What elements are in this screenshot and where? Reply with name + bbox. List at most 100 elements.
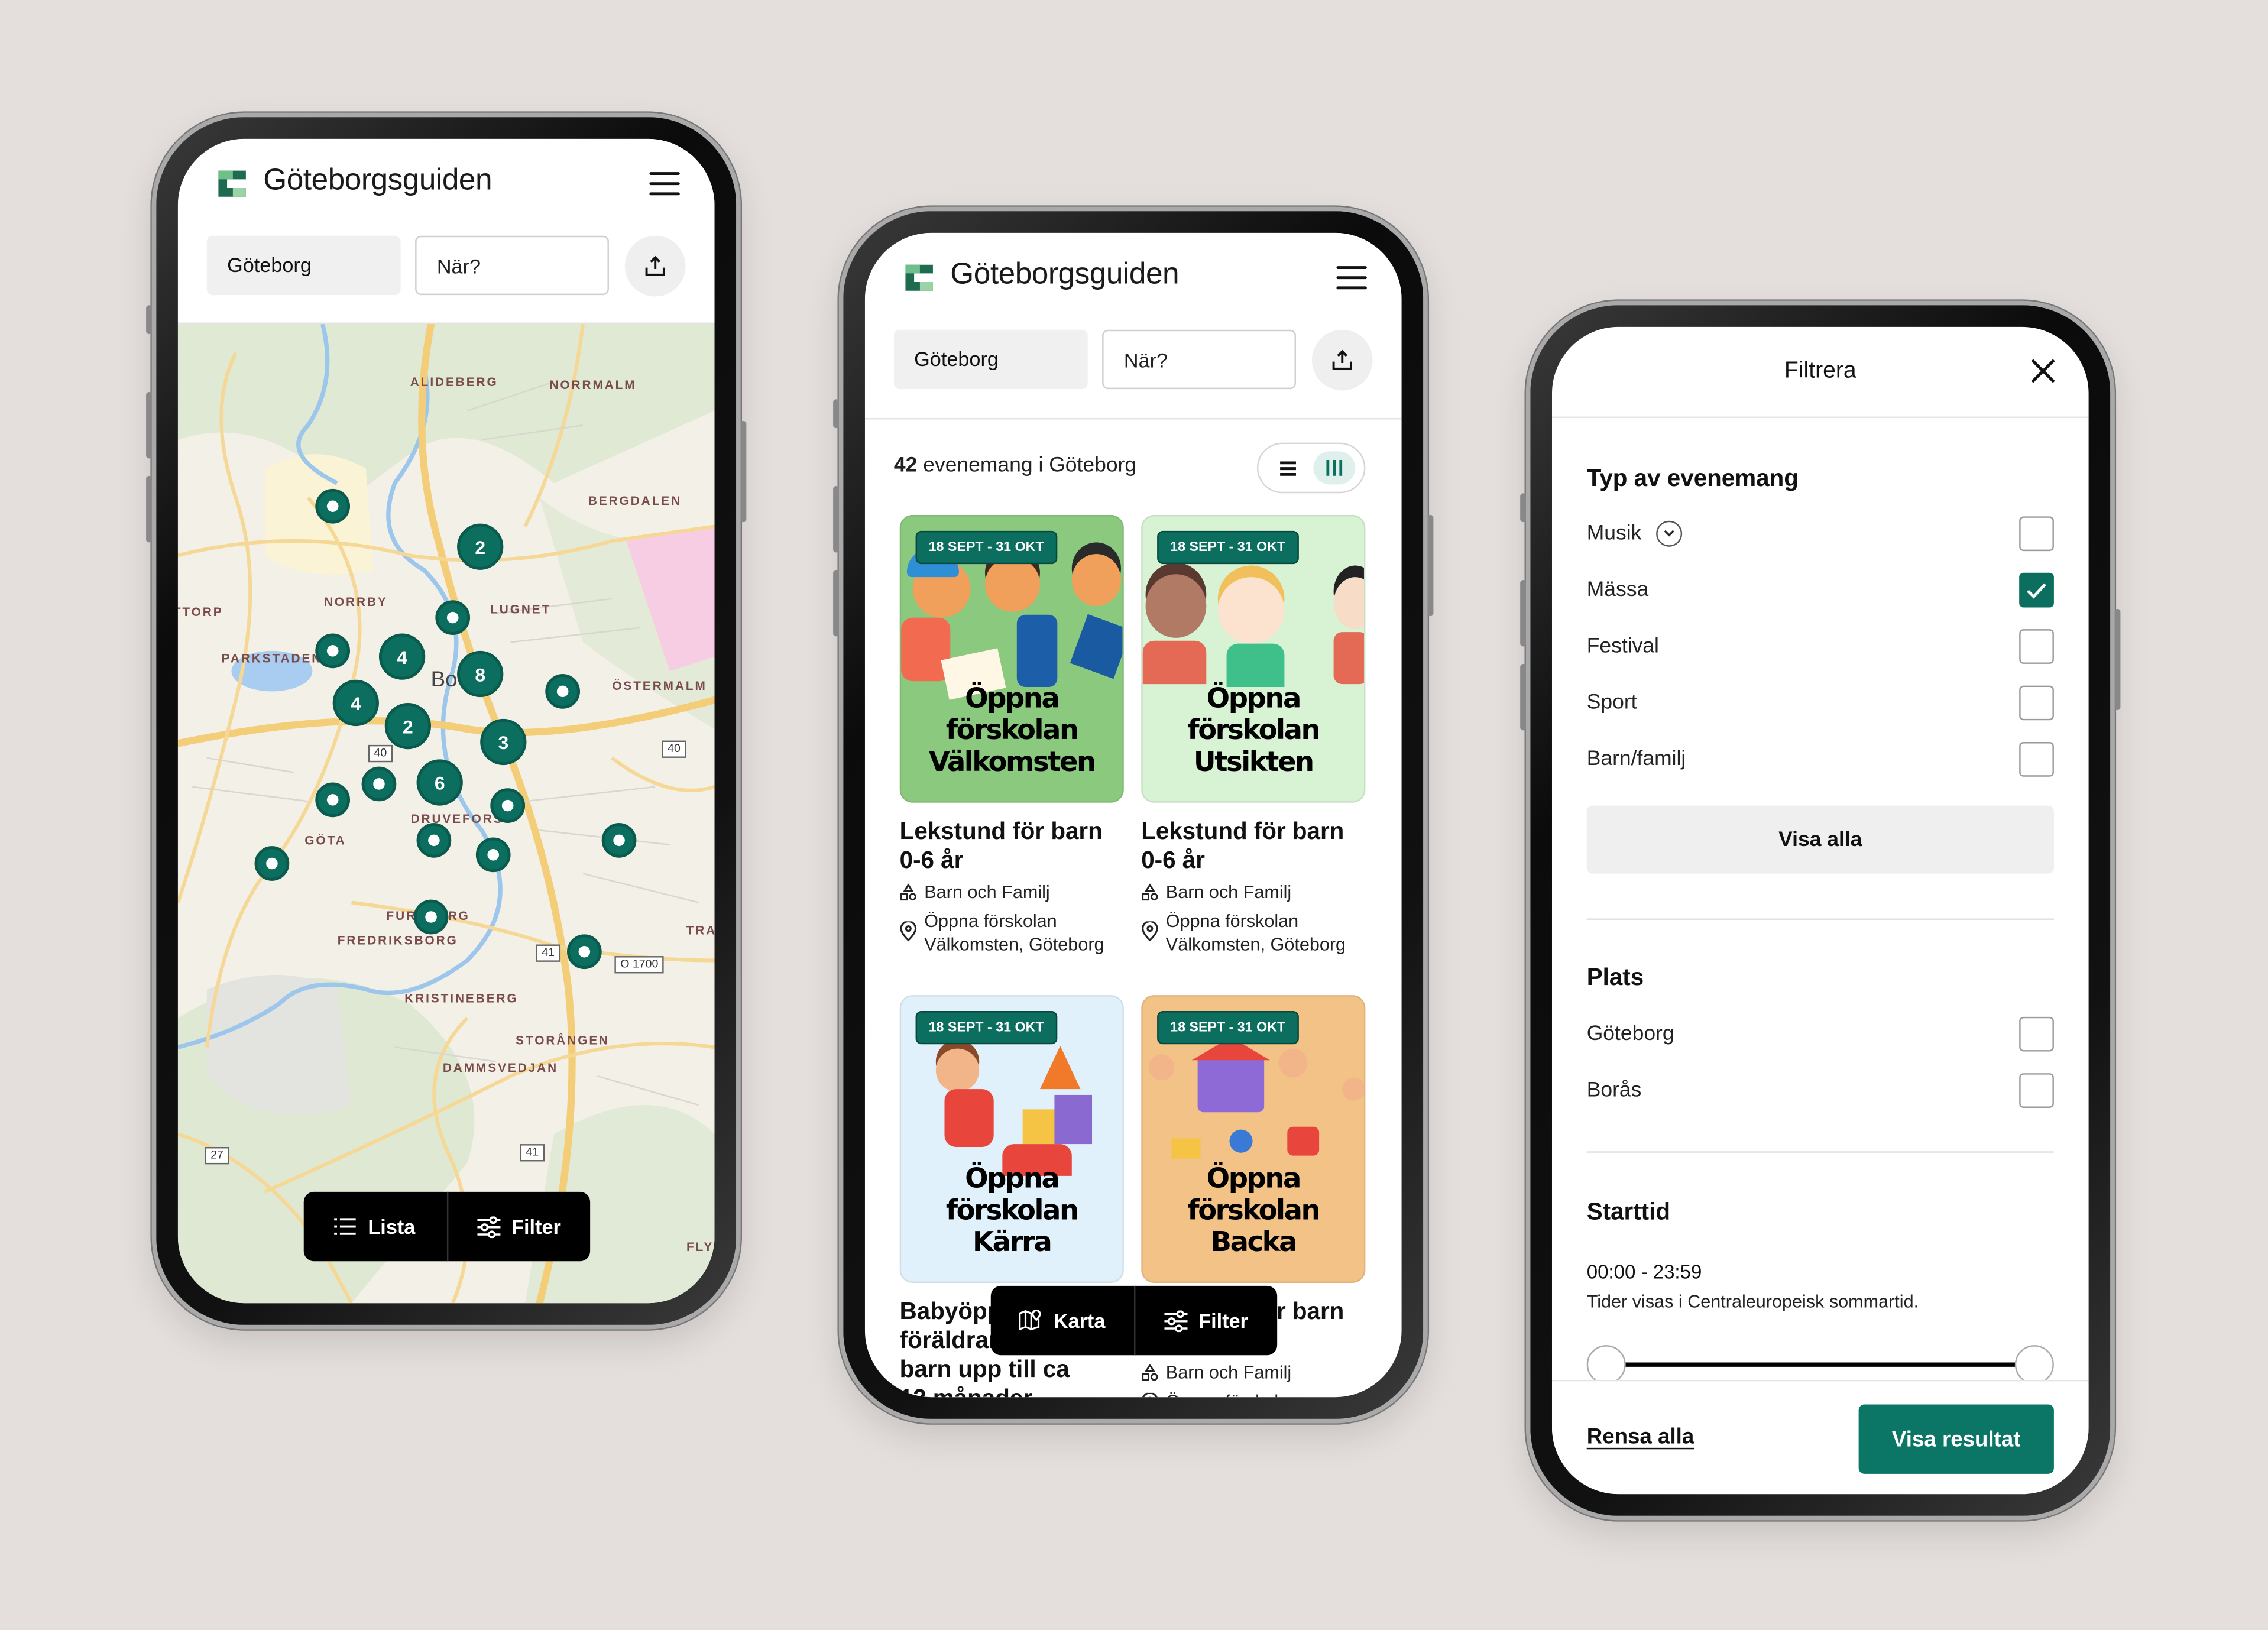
image-title: Öppna förskolan Kärra [901, 1163, 1122, 1258]
option-label: Musik [1586, 522, 1642, 546]
map-marker[interactable] [416, 823, 452, 858]
map-cluster[interactable]: 3 [480, 718, 527, 766]
share-button[interactable] [624, 235, 686, 297]
list-bottom-bar: Karta Filter [990, 1285, 1278, 1356]
map-marker[interactable] [413, 899, 449, 935]
checkbox-checked[interactable] [2019, 572, 2054, 608]
checkbox[interactable] [2019, 1016, 2054, 1052]
logo-icon[interactable] [213, 165, 252, 203]
clear-all-link[interactable]: Rensa alla [1587, 1425, 1694, 1450]
shapes-icon [900, 883, 917, 901]
logo-icon[interactable] [900, 259, 939, 297]
filter-option-goteborg[interactable]: Göteborg [1587, 1016, 2054, 1052]
hamburger-icon[interactable] [649, 172, 680, 196]
map-marker[interactable] [315, 633, 351, 669]
close-icon[interactable] [2031, 359, 2056, 384]
location-field[interactable]: Göteborg [893, 329, 1088, 390]
checkbox[interactable] [2019, 685, 2054, 721]
event-card[interactable]: 18 SEPT - 31 OKT Öppna förskolan Utsikten… [1141, 514, 1366, 995]
map-label: KRISTINEBERG [404, 990, 519, 1006]
map-marker[interactable] [315, 782, 351, 818]
date-badge: 18 SEPT - 31 OKT [915, 530, 1057, 565]
map-cluster[interactable]: 4 [378, 633, 426, 680]
option-label: Sport [1586, 691, 1637, 715]
map-cluster[interactable]: 6 [416, 759, 463, 806]
filter-option-festival[interactable]: Festival [1587, 629, 2054, 664]
road-shield: 41 [536, 944, 560, 962]
show-results-button[interactable]: Visa resultat [1858, 1404, 2054, 1474]
date-field[interactable]: När? [1102, 329, 1296, 390]
map-label: ALIDEBERG [410, 374, 498, 390]
slider-thumb-start[interactable] [1586, 1345, 1626, 1385]
event-image[interactable]: 18 SEPT - 31 OKT Öppna förskolan Kärra [899, 995, 1124, 1283]
map-marker[interactable] [315, 488, 351, 524]
map-label: TTORP [177, 604, 223, 620]
date-field[interactable]: När? [415, 235, 609, 296]
filter-option-musik[interactable]: Musik [1586, 516, 2054, 552]
checkbox[interactable] [2019, 629, 2054, 664]
map-cluster[interactable]: 2 [384, 702, 432, 750]
map-button[interactable]: Karta [991, 1286, 1133, 1355]
map-marker[interactable] [254, 846, 290, 881]
event-image[interactable]: 18 SEPT - 31 OKT Öppna förskolan Utsikten [1141, 514, 1366, 803]
map-pin-icon [1142, 1392, 1158, 1398]
image-title-line: Öppna förskolan [1187, 682, 1320, 747]
grid-view-toggle[interactable] [1313, 451, 1355, 485]
date-badge: 18 SEPT - 31 OKT [915, 1011, 1057, 1045]
map-marker[interactable] [435, 600, 471, 635]
shapes-icon [1142, 883, 1158, 901]
filter-option-barn-familj[interactable]: Barn/familj [1587, 742, 2054, 777]
map-marker[interactable] [475, 837, 511, 873]
road-shield: 40 [368, 744, 393, 763]
hamburger-icon[interactable] [1336, 266, 1367, 290]
show-all-button[interactable]: Visa alla [1586, 805, 2054, 874]
list-button[interactable]: Lista [304, 1192, 446, 1261]
filter-footer: Rensa alla Visa resultat [1551, 1379, 2089, 1495]
phone-map-view: Göteborgsguiden Göteborg När? ALIDEBERG … [146, 112, 747, 1330]
event-category: Barn och Familj [900, 881, 1124, 904]
checkbox[interactable] [2019, 1073, 2054, 1108]
event-image[interactable]: 18 SEPT - 31 OKT Öppna förskolan Välkomst… [899, 514, 1124, 803]
event-card[interactable]: 18 SEPT - 31 OKT Öppna förskolan Välkomst… [899, 514, 1124, 995]
view-toggle [1256, 442, 1366, 494]
app-header: Göteborgsguiden Göteborg När? [864, 232, 1402, 420]
place-heading: Plats [1586, 964, 1644, 991]
filter-label: Filter [511, 1214, 561, 1239]
event-location: Öppna förskolan [1141, 1390, 1365, 1398]
image-title: Öppna förskolan Välkomsten [901, 683, 1122, 778]
chevron-down-icon[interactable] [1655, 520, 1682, 547]
checkbox[interactable] [2019, 516, 2054, 552]
brand-name[interactable]: Göteborgsguiden [950, 257, 1179, 292]
event-image[interactable]: 18 SEPT - 31 OKT Öppna förskolan Backa [1141, 995, 1366, 1283]
map-label: STORÅNGEN [516, 1032, 610, 1048]
list-view-toggle[interactable] [1268, 451, 1310, 484]
map-pin-icon [1142, 921, 1158, 942]
map-icon [1019, 1309, 1042, 1331]
map-cluster[interactable]: 4 [332, 679, 379, 727]
map-marker[interactable] [545, 674, 581, 709]
map-marker[interactable] [490, 788, 526, 824]
location-field[interactable]: Göteborg [206, 235, 401, 296]
filter-option-boras[interactable]: Borås [1587, 1073, 2054, 1108]
filter-option-sport[interactable]: Sport [1586, 685, 2054, 721]
map-marker[interactable] [566, 934, 602, 970]
map-marker[interactable] [601, 823, 637, 858]
event-title[interactable]: Lekstund för barn 0-6 år [900, 817, 1124, 875]
filter-button[interactable]: Filter [1133, 1285, 1277, 1356]
shapes-icon [1142, 1363, 1158, 1381]
event-title[interactable]: Lekstund för barn 0-6 år [1141, 817, 1365, 875]
brand-name[interactable]: Göteborgsguiden [263, 163, 492, 198]
filter-button[interactable]: Filter [446, 1191, 590, 1262]
map-marker[interactable] [361, 766, 397, 802]
map-cluster[interactable]: 2 [457, 523, 504, 570]
share-button[interactable] [1311, 329, 1373, 391]
map-cluster[interactable]: 8 [457, 650, 504, 698]
columns-icon [1326, 459, 1342, 476]
checkbox[interactable] [2019, 742, 2054, 777]
screen: Filtrera Typ av evenemang Musik Mässa Fe… [1551, 326, 2089, 1495]
time-range-value: 00:00 - 23:59 [1586, 1261, 1702, 1283]
filter-option-massa[interactable]: Mässa [1587, 572, 2054, 608]
slider-thumb-end[interactable] [2014, 1345, 2054, 1385]
location-text: Öppna förskolan [1166, 1390, 1298, 1397]
map[interactable]: ALIDEBERG NORRMALM BERGDALEN NORRBY LUGN… [177, 323, 715, 1304]
